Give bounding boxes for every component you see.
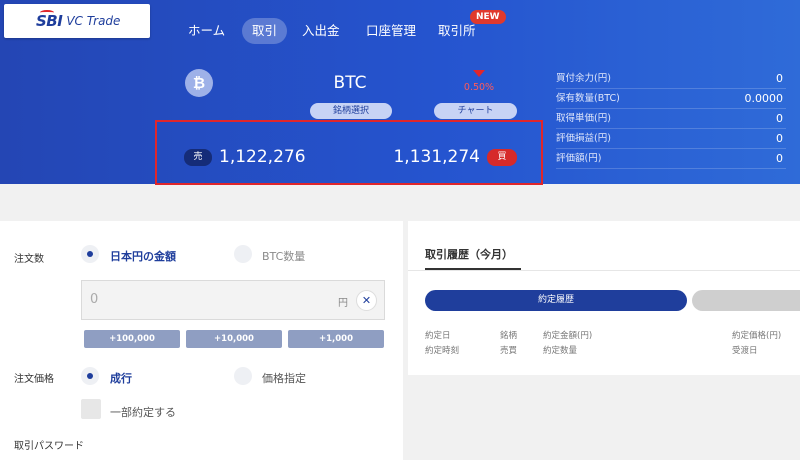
account-value: 0 (776, 112, 783, 125)
account-value: 0 (776, 132, 783, 145)
nav-item-trade[interactable]: 取引 (242, 18, 288, 44)
amount-input[interactable]: 0 円 ✕ (81, 280, 385, 320)
column-header: 約定日 (425, 331, 451, 341)
down-arrow-icon (473, 70, 485, 77)
logo[interactable]: SBI VC Trade (4, 4, 150, 38)
bitcoin-icon: ₿ (185, 69, 213, 97)
increment-100000-button[interactable]: +100,000 (84, 330, 180, 348)
account-value: 0 (776, 152, 783, 165)
ticker-symbol: BTC (333, 73, 367, 93)
radio-btc-quantity[interactable] (234, 245, 252, 263)
column-header: 約定金額(円) (543, 331, 593, 341)
account-value: 0.0000 (744, 92, 784, 105)
tab-underline (425, 268, 521, 270)
account-label: 評価損益(円) (556, 133, 611, 144)
column-header: 約定数量 (543, 346, 578, 356)
buy-button[interactable]: 買 (487, 149, 517, 166)
increment-1000-button[interactable]: +1,000 (288, 330, 384, 348)
account-row: 取得単価(円) 0 (556, 109, 786, 129)
amount-value: 0 (90, 292, 99, 307)
account-value: 0 (776, 72, 783, 85)
account-label: 買付余力(円) (556, 73, 611, 84)
account-row: 評価額(円) 0 (556, 149, 786, 169)
logo-swoosh (40, 10, 54, 15)
trade-password-label: 取引パスワード (14, 441, 84, 452)
orders-segment[interactable] (692, 290, 800, 311)
increment-10000-button[interactable]: +10,000 (186, 330, 282, 348)
price-change: 0.50% (463, 82, 495, 93)
buy-price[interactable]: 1,131,274 (340, 147, 480, 167)
column-header: 売買 (500, 346, 518, 356)
radio-yen-amount[interactable] (81, 245, 99, 263)
column-header: 銘柄 (500, 331, 518, 341)
chart-button[interactable]: チャート (434, 103, 517, 119)
quantity-label: 注文数 (14, 254, 44, 265)
account-label: 評価額(円) (556, 153, 602, 164)
nav-item-deposit[interactable]: 入出金 (302, 18, 340, 44)
sell-price[interactable]: 1,122,276 (219, 147, 306, 167)
logo-product: VC Trade (66, 14, 121, 28)
column-header: 約定時刻 (425, 346, 460, 356)
option-limit-order[interactable]: 価格指定 (262, 370, 306, 386)
column-header: 約定価格(円) (732, 331, 782, 341)
nav-item-account[interactable]: 口座管理 (366, 18, 416, 44)
account-label: 保有数量(BTC) (556, 93, 620, 104)
option-market-order[interactable]: 成行 (110, 370, 132, 386)
partial-fill-label[interactable]: 一部約定する (110, 404, 176, 420)
tab-trade-history[interactable]: 取引履歴（今月） (425, 246, 513, 262)
executions-segment[interactable]: 約定履歴 (425, 290, 687, 311)
account-label: 取得単価(円) (556, 113, 611, 124)
new-badge: NEW (470, 10, 506, 24)
radio-limit-order[interactable] (234, 367, 252, 385)
close-icon[interactable]: ✕ (356, 290, 377, 311)
account-summary: 買付余力(円) 0 保有数量(BTC) 0.0000 取得単価(円) 0 評価損益(円… (556, 69, 786, 169)
sell-button[interactable]: 売 (184, 149, 212, 166)
account-row: 保有数量(BTC) 0.0000 (556, 89, 786, 109)
radio-market-order[interactable] (81, 367, 99, 385)
amount-unit: 円 (338, 298, 348, 309)
column-header: 受渡日 (732, 346, 758, 356)
partial-fill-checkbox[interactable] (81, 399, 101, 419)
option-yen-amount[interactable]: 日本円の金額 (110, 248, 176, 264)
symbol-select-button[interactable]: 銘柄選択 (310, 103, 392, 119)
nav-item-home[interactable]: ホーム (188, 18, 225, 44)
price-type-label: 注文価格 (14, 374, 54, 385)
account-row: 買付余力(円) 0 (556, 69, 786, 89)
tab-divider (408, 270, 800, 271)
account-row: 評価損益(円) 0 (556, 129, 786, 149)
nav-item-exchange[interactable]: 取引所 (438, 18, 476, 44)
option-btc-quantity[interactable]: BTC数量 (262, 248, 305, 264)
